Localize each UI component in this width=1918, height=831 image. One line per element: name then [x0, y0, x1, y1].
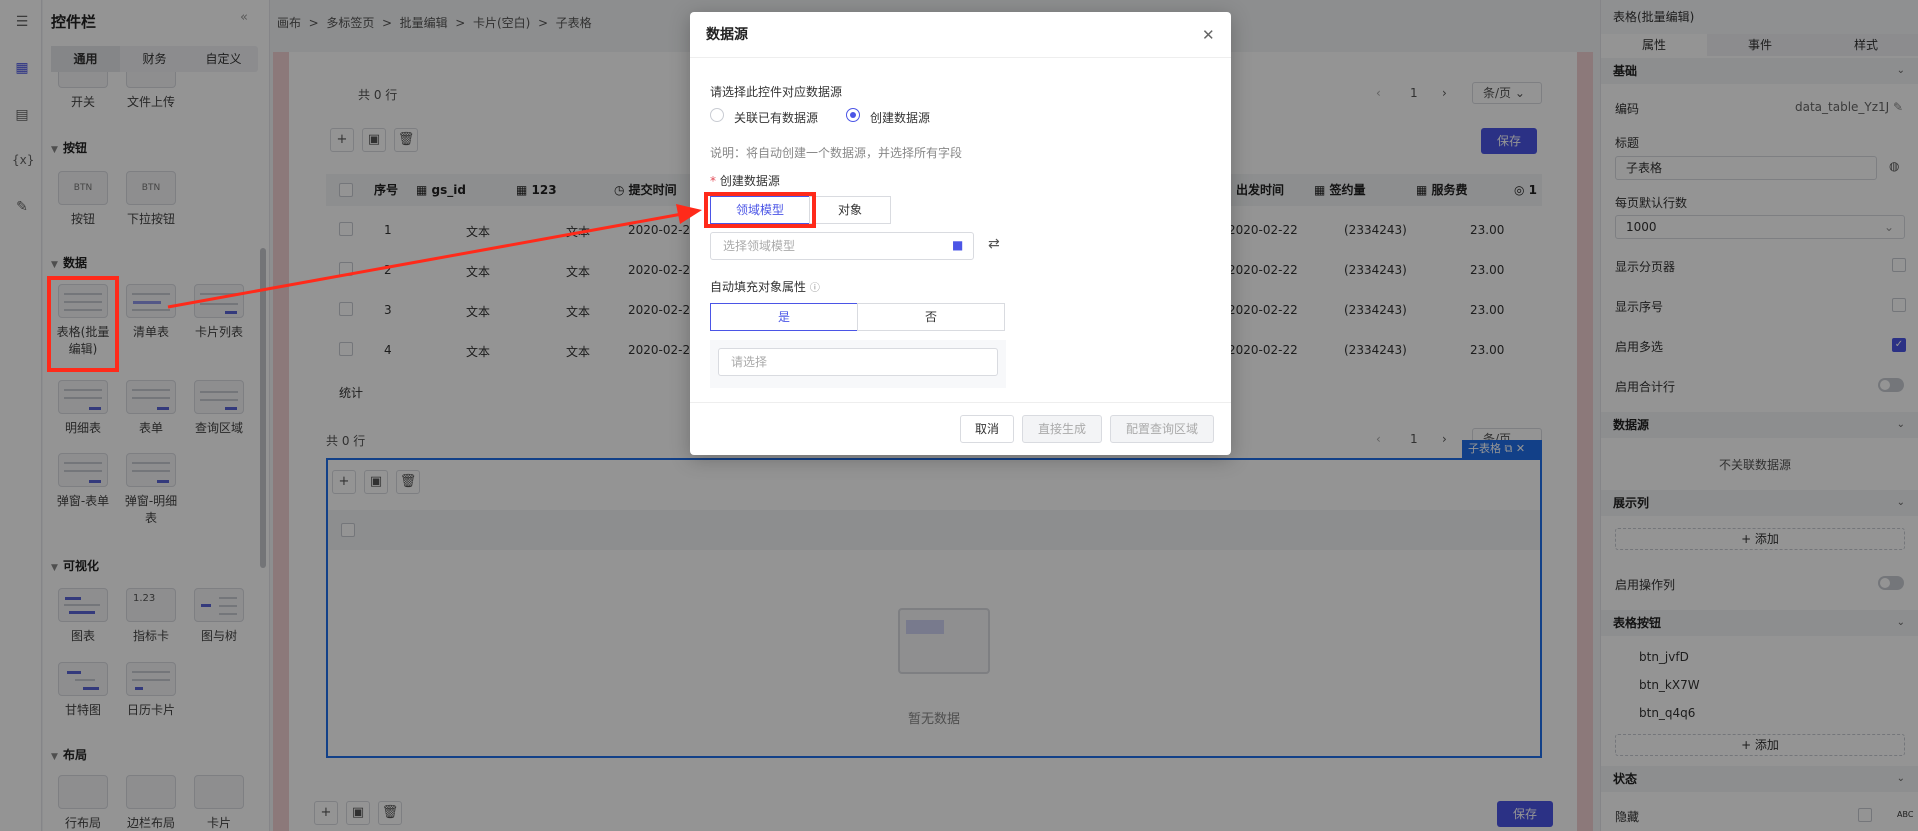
annotation-arrow [167, 204, 702, 309]
